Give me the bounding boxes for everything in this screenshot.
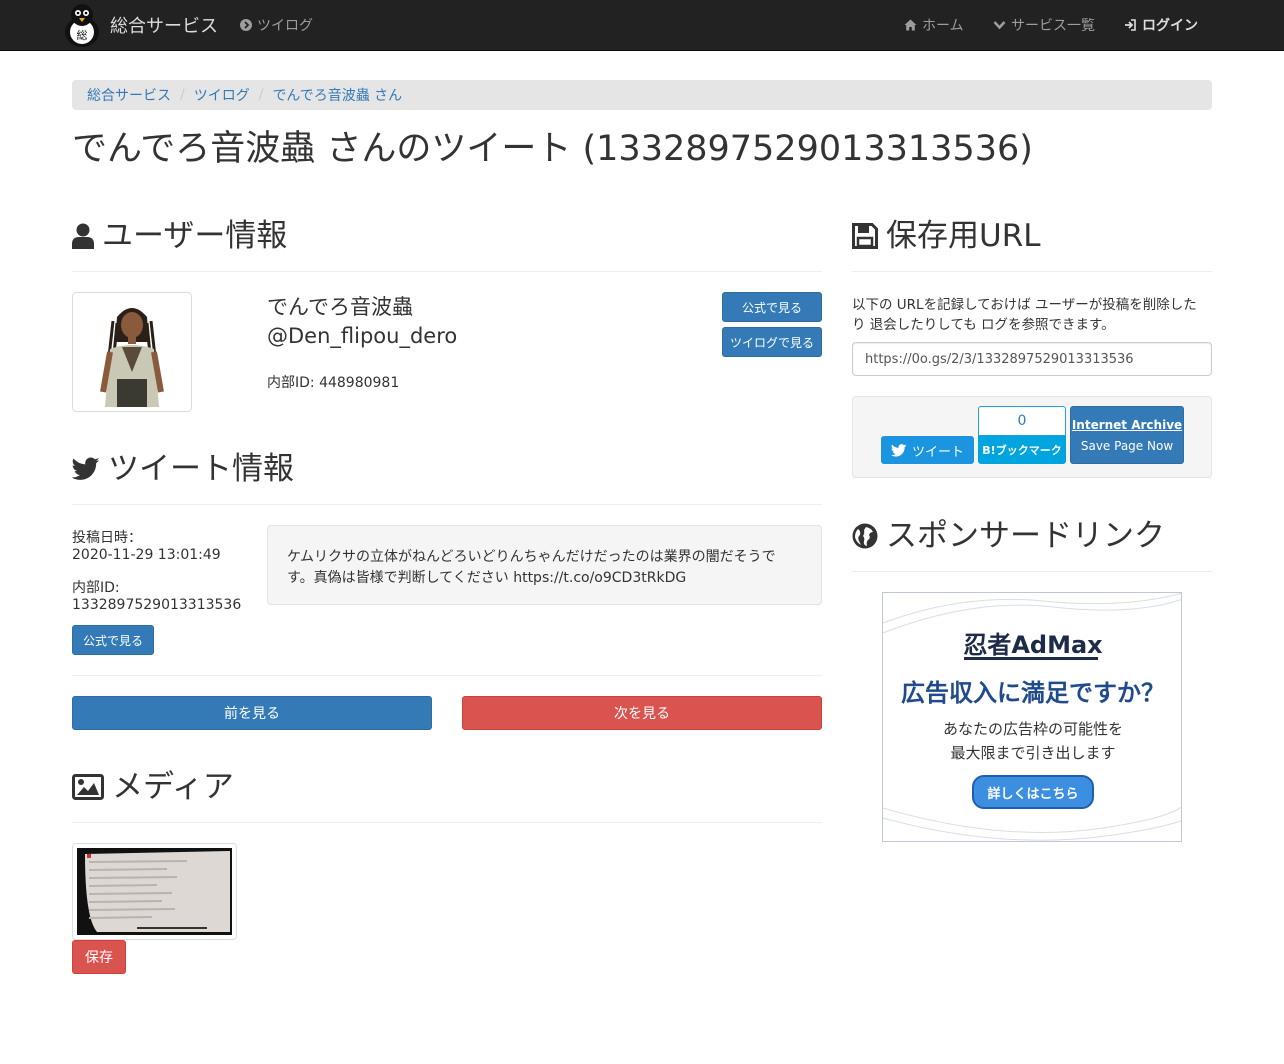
sponsor-heading-text: スポンサードリンク bbox=[886, 518, 1165, 554]
tweet-posted-at: 2020-11-29 13:01:49 bbox=[72, 547, 221, 563]
home-icon bbox=[904, 19, 917, 31]
breadcrumb: 総合サービス / ツイログ / でんでろ音波蟲 さん bbox=[72, 80, 1212, 110]
chevron-down-icon bbox=[993, 20, 1006, 30]
tweet-text-line2: す。真偽は皆様で判断してください https://t.co/o9CD3tRkDG bbox=[287, 570, 687, 586]
save-url-heading: 保存用URL bbox=[852, 216, 1041, 256]
divider bbox=[72, 675, 822, 676]
ad-brand: 忍者AdMax bbox=[963, 631, 1103, 659]
twitter-bird-icon bbox=[72, 457, 100, 481]
page-title: でんでろ音波蟲 さんのツイート (1332897529013313536) bbox=[72, 129, 1033, 169]
archive-title: Internet Archive bbox=[1071, 417, 1183, 432]
tweet-id-label: 内部ID: bbox=[72, 580, 120, 596]
ad-headline: 広告収入に満足ですか？ bbox=[901, 679, 1165, 707]
media-image bbox=[77, 848, 232, 935]
divider bbox=[72, 271, 822, 272]
tweet-info-heading: ツイート情報 bbox=[72, 449, 294, 489]
user-avatar bbox=[72, 292, 192, 412]
media-heading: メディア bbox=[72, 767, 234, 807]
divider bbox=[72, 504, 822, 505]
ad-cta-button[interactable]: 詳しくはこちら bbox=[972, 775, 1094, 809]
nav-twilog-label: ツイログ bbox=[257, 18, 313, 34]
penguin-logo-icon: 総 bbox=[65, 4, 99, 47]
breadcrumb-separator: / bbox=[180, 87, 185, 103]
svg-text:総: 総 bbox=[77, 28, 88, 42]
divider bbox=[852, 271, 1212, 272]
floppy-disk-icon bbox=[852, 223, 878, 249]
save-url-heading-text: 保存用URL bbox=[886, 218, 1041, 254]
hatena-bookmark-count[interactable]: 0 bbox=[978, 406, 1066, 436]
nav-services-label: サービス一覧 bbox=[1011, 18, 1095, 34]
nav-services-dropdown[interactable]: サービス一覧 bbox=[993, 0, 1095, 50]
user-display-name: でんでろ音波蟲 bbox=[267, 295, 413, 319]
prev-tweet-button[interactable]: 前を見る bbox=[72, 696, 432, 730]
image-icon bbox=[72, 774, 104, 800]
user-official-button[interactable]: 公式で見る bbox=[722, 292, 822, 322]
nav-login-link[interactable]: ログイン bbox=[1124, 0, 1198, 50]
brand-link[interactable]: 総 総合サービス bbox=[60, 0, 218, 50]
divider bbox=[72, 822, 822, 823]
media-heading-text: メディア bbox=[112, 769, 234, 805]
top-navbar: 総 総合サービス ツイログ ホーム サービス一覧 ログイン bbox=[0, 0, 1284, 51]
avatar-image bbox=[77, 297, 187, 407]
breadcrumb-item-twilog[interactable]: ツイログ bbox=[194, 85, 250, 105]
nav-login-label: ログイン bbox=[1142, 18, 1198, 34]
user-twilog-button[interactable]: ツイログで見る bbox=[722, 327, 822, 357]
nav-twilog-link[interactable]: ツイログ bbox=[240, 0, 313, 50]
user-info-heading: ユーザー情報 bbox=[72, 216, 287, 256]
tweet-official-button[interactable]: 公式で見る bbox=[72, 625, 154, 655]
user-icon bbox=[72, 223, 94, 249]
nav-home-link[interactable]: ホーム bbox=[904, 0, 964, 50]
nav-home-label: ホーム bbox=[922, 18, 964, 34]
save-url-description-line2: り 退会したりしても ログを参照できます。 bbox=[852, 317, 1115, 333]
divider bbox=[852, 571, 1212, 572]
sponsor-ad-banner[interactable]: 忍者AdMax 広告収入に満足ですか？ あなたの広告枠の可能性を 最大限まで引き… bbox=[882, 592, 1182, 842]
ad-line1: あなたの広告枠の可能性を bbox=[942, 720, 1123, 738]
tweet-text-line1: ケムリクサの立体がねんどろいどりんちゃんだけだったのは業界の闇だそうで bbox=[287, 549, 776, 565]
tweet-share-button[interactable]: ツイート bbox=[881, 436, 974, 464]
tweet-text-box: ケムリクサの立体がねんどろいどりんちゃんだけだったのは業界の闇だそうで す。真偽… bbox=[267, 525, 822, 605]
chevron-circle-right-icon bbox=[240, 19, 252, 31]
tweet-info-heading-text: ツイート情報 bbox=[108, 451, 294, 487]
media-save-button[interactable]: 保存 bbox=[72, 940, 126, 974]
breadcrumb-item-user[interactable]: でんでろ音波蟲 さん bbox=[272, 85, 402, 105]
sponsor-heading: スポンサードリンク bbox=[852, 516, 1165, 556]
sign-in-icon bbox=[1124, 19, 1137, 31]
breadcrumb-separator: / bbox=[258, 87, 264, 103]
breadcrumb-item-home[interactable]: 総合サービス bbox=[87, 85, 171, 105]
media-thumbnail[interactable] bbox=[72, 843, 237, 940]
save-url-input[interactable] bbox=[852, 342, 1212, 376]
tweet-share-label: ツイート bbox=[911, 444, 964, 460]
brand-text: 総合サービス bbox=[110, 16, 218, 37]
hatena-bookmark-button[interactable]: B!ブックマーク bbox=[978, 436, 1066, 464]
user-screen-name: @Den_flipou_dero bbox=[267, 324, 458, 348]
ad-line2: 最大限まで引き出します bbox=[950, 744, 1116, 762]
user-info-heading-text: ユーザー情報 bbox=[102, 218, 288, 254]
archive-subtitle: Save Page Now bbox=[1080, 438, 1174, 453]
ad-brand-underline bbox=[964, 657, 1098, 660]
twitter-bird-icon bbox=[890, 443, 907, 457]
tweet-posted-label: 投稿日時： bbox=[72, 530, 142, 546]
next-tweet-button[interactable]: 次を見る bbox=[462, 696, 822, 730]
user-internal-id: 内部ID: 448980981 bbox=[267, 375, 400, 391]
save-url-description-line1: 以下の URLを記録しておけば ユーザーが投稿を削除した bbox=[852, 297, 1197, 313]
globe-icon bbox=[852, 523, 878, 549]
tweet-id-value: 1332897529013313536 bbox=[72, 597, 242, 613]
internet-archive-button[interactable]: Internet Archive Save Page Now bbox=[1070, 406, 1184, 464]
